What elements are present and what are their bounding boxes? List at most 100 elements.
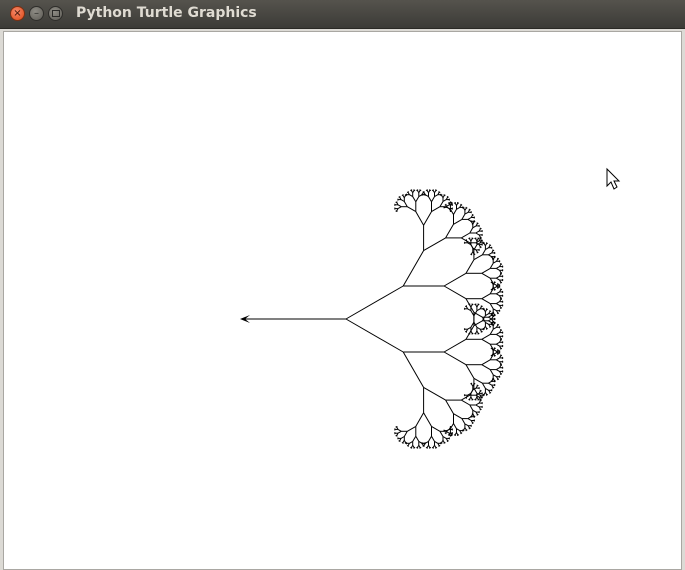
tree-branch — [481, 338, 491, 345]
tree-branch — [464, 330, 467, 333]
tree-branch — [481, 298, 491, 305]
tree-branch — [435, 189, 438, 192]
tree-branch — [469, 227, 474, 234]
tree-branch — [475, 330, 478, 334]
tree-branch — [489, 328, 494, 335]
tree-branch — [494, 256, 496, 258]
tree-branch — [496, 343, 500, 347]
tree-branch — [473, 320, 483, 327]
tree-branch — [481, 293, 491, 300]
tree-branch — [470, 253, 472, 255]
tree-branch — [481, 305, 483, 308]
tree-branch — [501, 279, 504, 282]
tree-branch — [394, 203, 396, 206]
tree-branch — [490, 288, 493, 291]
tree-branch — [489, 369, 494, 376]
tree-branch — [463, 241, 466, 244]
tree-branch — [471, 237, 474, 240]
tree-branch — [471, 251, 474, 255]
tree-branch — [419, 189, 422, 192]
tree-branch — [423, 386, 446, 401]
tree-branch — [493, 384, 496, 387]
tree-branch — [394, 432, 396, 434]
tree-branch — [479, 237, 482, 240]
tree-branch — [451, 432, 454, 435]
tree-branch — [423, 412, 432, 427]
tree-branch — [441, 440, 444, 443]
tree-branch — [478, 225, 480, 228]
tree-branch — [470, 211, 472, 214]
tree-branch — [463, 307, 466, 310]
tree-branch — [469, 209, 471, 211]
tree-branch — [402, 351, 425, 388]
tree-branch — [472, 413, 474, 416]
tree-branch — [481, 382, 486, 389]
tree-branch — [479, 390, 482, 392]
tree-branch — [431, 435, 435, 442]
tree-branch — [490, 389, 493, 392]
tree-branch — [443, 285, 467, 300]
title-bar[interactable]: × – Python Turtle Graphics — [0, 0, 685, 29]
tree-branch — [444, 432, 447, 434]
tree-branch — [345, 318, 404, 353]
tree-branch — [439, 442, 442, 445]
tree-branch — [403, 195, 406, 198]
tree-branch — [500, 339, 503, 341]
tree-branch — [489, 262, 494, 269]
tree-branch — [493, 314, 496, 317]
tree-branch — [489, 244, 492, 247]
tree-branch — [471, 303, 474, 306]
tree-branch — [479, 399, 482, 402]
tree-branch — [394, 207, 396, 210]
tree-branch — [450, 426, 452, 428]
tree-branch — [432, 444, 435, 448]
fractal-tree — [242, 189, 504, 449]
tree-branch — [481, 402, 483, 405]
tree-branch — [405, 193, 408, 196]
tree-branch — [451, 208, 454, 210]
tree-branch — [463, 427, 466, 430]
tree-branch — [493, 380, 496, 383]
turtle-canvas[interactable] — [3, 31, 682, 570]
tree-branch — [345, 285, 404, 320]
tree-branch — [490, 247, 493, 249]
tree-branch — [453, 434, 456, 436]
tree-branch — [481, 230, 483, 233]
tree-branch — [473, 254, 483, 261]
tree-branch — [498, 310, 501, 312]
tree-branch — [443, 338, 467, 353]
tree-branch — [463, 394, 466, 396]
tree-branch — [472, 214, 474, 216]
minimize-button[interactable]: – — [29, 6, 44, 21]
tree-branch — [428, 435, 432, 442]
tree-branch — [500, 329, 503, 332]
tree-branch — [481, 359, 491, 366]
tree-branch — [443, 272, 467, 287]
tree-branch — [448, 199, 451, 201]
tree-branch — [500, 273, 503, 275]
tree-branch — [494, 281, 496, 284]
tree-branch — [498, 326, 501, 329]
tree-branch — [476, 222, 479, 225]
tree-branch — [474, 332, 477, 335]
tree-branch — [493, 318, 496, 321]
close-button[interactable]: × — [10, 6, 25, 21]
tree-branch — [475, 394, 480, 398]
tree-branch — [501, 345, 504, 348]
tree-branch — [397, 198, 399, 201]
tree-branch — [494, 347, 496, 350]
maximize-button[interactable] — [48, 6, 63, 21]
tree-branch — [465, 364, 475, 379]
tree-branch — [431, 196, 435, 203]
tree-branch — [460, 204, 463, 206]
tree-branch — [473, 220, 476, 223]
tree-branch — [489, 310, 492, 313]
tree-branch — [486, 242, 489, 245]
tree-branch — [490, 313, 493, 315]
tree-branch — [497, 349, 500, 352]
tree-branch — [461, 430, 464, 432]
tree-branch — [482, 394, 485, 397]
tree-branch — [489, 303, 494, 310]
tree-branch — [451, 204, 454, 206]
tree-branch — [418, 190, 421, 194]
